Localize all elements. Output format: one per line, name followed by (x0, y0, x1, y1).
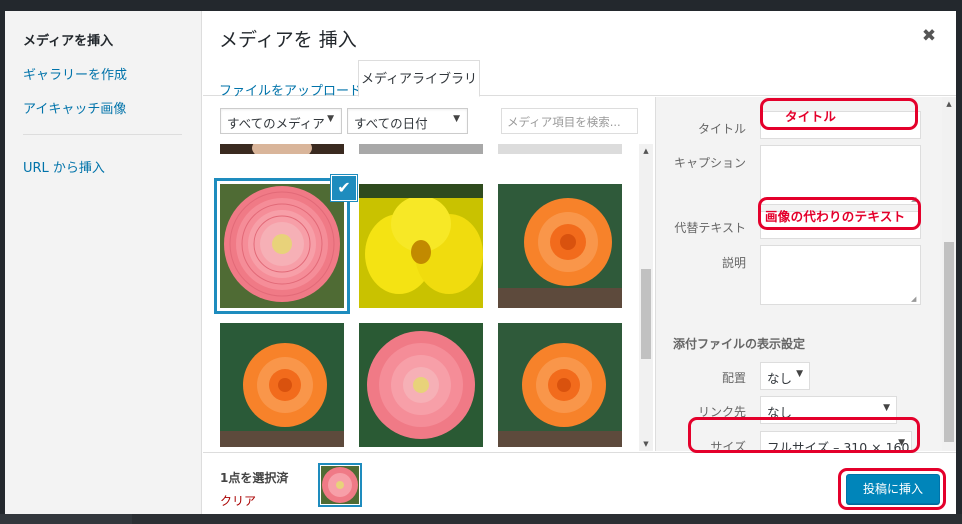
title-annotation-text: タイトル (785, 109, 837, 124)
size-value: フルサイズ – 310 × 160 (767, 440, 910, 451)
scroll-down-icon[interactable]: ▼ (639, 437, 653, 451)
insert-into-post-button[interactable]: 投稿に挿入 (846, 474, 940, 504)
attachment-thumbnail[interactable] (498, 144, 622, 154)
alignment-label: 配置 (721, 371, 746, 385)
caption-field[interactable]: ◢ (760, 145, 921, 205)
media-toolbar-footer: 1点を選択済 クリア 投稿に挿入 (203, 452, 956, 514)
grid-scrollbar-thumb[interactable] (641, 269, 651, 359)
attachment-thumbnail[interactable] (498, 323, 622, 447)
alt-text-label: 代替テキスト (674, 221, 746, 235)
attachment-thumbnail[interactable] (220, 323, 344, 447)
size-select[interactable]: フルサイズ – 310 × 160 ▼ (760, 431, 912, 451)
media-type-filter-value: すべてのメディア (227, 116, 325, 131)
media-menu: メディアを挿入 ギャラリーを作成 アイキャッチ画像 URL から挿入 (5, 11, 202, 514)
attachment-thumbnail[interactable] (220, 144, 344, 154)
menu-item-insert-from-url[interactable]: URL から挿入 (23, 157, 105, 176)
date-filter-value: すべての日付 (354, 116, 428, 131)
attachment-thumbnail[interactable] (359, 144, 483, 154)
details-scrollbar-thumb[interactable] (944, 242, 954, 442)
details-scrollbar[interactable]: ▲ (942, 97, 956, 451)
dahlia-pink-image (220, 184, 344, 308)
link-to-label: リンク先 (697, 405, 746, 419)
orange-rose-image (498, 323, 622, 447)
attachment-details: タイトル キャプション ◢ 代替テキスト 説明 ◢ 添付ファイルの表示設定 配置… (655, 97, 956, 451)
media-type-filter[interactable]: すべてのメディア ▼ (220, 108, 342, 134)
orange-rose-image (498, 184, 622, 308)
selection-count: 1点を選択済 (220, 471, 289, 485)
resize-grip-icon[interactable]: ◢ (911, 195, 919, 203)
selection-thumbnail[interactable] (318, 463, 362, 507)
clear-selection-link[interactable]: クリア (220, 492, 256, 509)
menu-item-create-gallery[interactable]: ギャラリーを作成 (23, 64, 127, 83)
admin-background-bottom (0, 514, 962, 524)
yellow-flower-image (359, 184, 483, 308)
chevron-down-icon: ▼ (327, 114, 334, 124)
dahlia-pink-image (359, 323, 483, 447)
attachment-thumbnail-selected[interactable] (220, 184, 344, 308)
dahlia-pink-image (321, 466, 359, 504)
caption-label: キャプション (673, 156, 746, 170)
chevron-down-icon: ▼ (883, 403, 890, 413)
attachments-toolbar: すべてのメディア ▼ すべての日付 ▼ メディア項目を検索... (203, 97, 654, 144)
orange-rose-image (220, 323, 344, 447)
close-icon[interactable]: ✖ (918, 25, 940, 47)
media-search-input[interactable]: メディア項目を検索... (501, 108, 638, 134)
title-label: タイトル (697, 122, 746, 136)
chevron-down-icon: ▼ (898, 438, 905, 448)
display-settings-heading: 添付ファイルの表示設定 (673, 337, 806, 351)
selected-check-icon[interactable]: ✔ (332, 176, 356, 200)
link-to-value: なし (767, 405, 793, 420)
attachments-grid: ✔ (203, 144, 638, 451)
tab-media-library[interactable]: メディアライブラリ (358, 60, 480, 97)
light-image (498, 144, 622, 154)
admin-background-top (0, 0, 962, 10)
size-label: サイズ (710, 440, 746, 451)
portrait-image (220, 144, 344, 154)
gray-image (359, 144, 483, 154)
router-tabs: ファイルをアップロード メディアライブラリ (203, 58, 956, 99)
attachment-thumbnail[interactable] (359, 323, 483, 447)
media-modal: メディアを挿入 ギャラリーを作成 アイキャッチ画像 URL から挿入 メディアを… (5, 11, 956, 514)
resize-grip-icon[interactable]: ◢ (911, 295, 919, 303)
alignment-value: なし (767, 371, 793, 386)
scroll-up-icon[interactable]: ▲ (639, 144, 653, 158)
date-filter[interactable]: すべての日付 ▼ (347, 108, 468, 134)
attachment-thumbnail[interactable] (498, 184, 622, 308)
chevron-down-icon: ▼ (453, 114, 460, 124)
attachment-thumbnail[interactable] (359, 184, 483, 308)
scroll-up-icon[interactable]: ▲ (942, 97, 956, 111)
grid-scrollbar[interactable]: ▲ ▼ (639, 144, 653, 451)
description-label: 説明 (721, 256, 746, 270)
menu-separator (23, 134, 182, 135)
link-to-select[interactable]: なし ▼ (760, 396, 897, 424)
chevron-down-icon: ▼ (796, 369, 803, 379)
alt-annotation-text: 画像の代わりのテキスト (765, 209, 906, 224)
menu-item-featured-image[interactable]: アイキャッチ画像 (23, 98, 126, 117)
alignment-select[interactable]: なし ▼ (760, 362, 810, 390)
modal-title: メディアを 挿入 (219, 29, 357, 51)
menu-item-insert-media[interactable]: メディアを挿入 (23, 30, 113, 49)
description-field[interactable]: ◢ (760, 245, 921, 305)
